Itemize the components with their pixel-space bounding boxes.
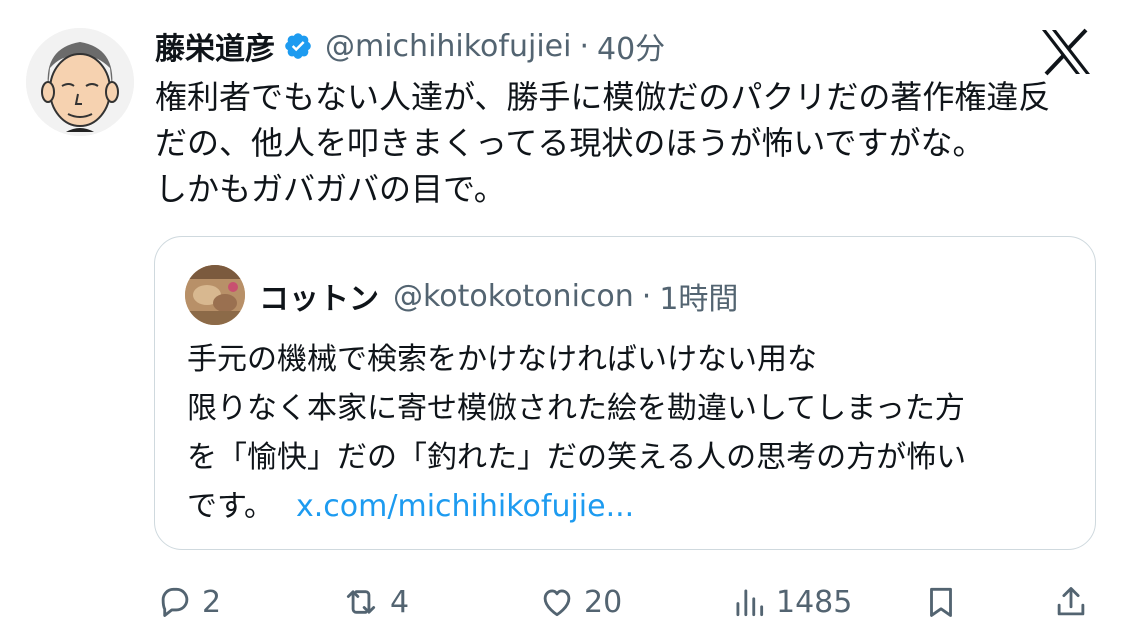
x-logo-icon: [1040, 28, 1092, 76]
bookmark-button[interactable]: [922, 580, 960, 624]
repost-button[interactable]: 4: [340, 580, 409, 624]
views-icon: [736, 589, 764, 617]
repost-icon: [346, 590, 376, 614]
like-button[interactable]: 20: [538, 580, 622, 624]
quoted-text-line: 手元の機械で検索をかけなければいけない用な: [187, 342, 817, 377]
quoted-author-avatar[interactable]: [185, 265, 245, 325]
repost-count: 4: [390, 584, 410, 620]
quoted-text-line: を「愉快」だの「釣れた」だの笑える人の思考の方が怖い: [187, 440, 967, 475]
quoted-text-line: 限りなく本家に寄せ模倣された絵を勘違いしてしまった方: [187, 391, 965, 426]
quoted-header-separator: ·: [641, 278, 652, 314]
quoted-tweet-card[interactable]: コットン @kotokotonicon · 1時間 手元の機械で検索をかけなけれ…: [154, 236, 1096, 550]
share-button[interactable]: [1052, 580, 1090, 624]
reply-button[interactable]: 2: [156, 580, 221, 624]
quoted-tweet-timestamp[interactable]: 1時間: [659, 274, 738, 318]
tweet-text: 権利者でもない人達が、勝手に模倣だのパクリだの著作権違反 だの、他人を叩きまくっ…: [155, 74, 1105, 212]
quoted-author-handle[interactable]: @kotokotonicon: [393, 279, 634, 314]
quoted-tweet-text: 手元の機械で検索をかけなければいけない用な 限りなく本家に寄せ模倣された絵を勘違…: [187, 335, 1087, 531]
reply-icon: [161, 587, 189, 617]
quoted-tweet-link[interactable]: x.com/michihikofujie...: [296, 489, 634, 524]
tweet-header: 藤栄道彦 @michihikofujiei · 40分: [155, 24, 665, 68]
bookmark-icon: [930, 587, 952, 617]
tweet-text-line: 権利者でもない人達が、勝手に模倣だのパクリだの著作権違反: [155, 78, 1051, 116]
tweet-timestamp[interactable]: 40分: [597, 24, 665, 68]
views-count: 1485: [776, 584, 853, 620]
author-avatar[interactable]: [26, 28, 134, 136]
verified-badge-icon: [283, 31, 313, 61]
action-bar: 2 4 20 1485: [0, 580, 1125, 624]
share-icon: [1057, 587, 1085, 616]
author-handle[interactable]: @michihikofujiei: [325, 29, 571, 64]
author-name[interactable]: 藤栄道彦: [155, 24, 275, 68]
header-separator: ·: [579, 28, 589, 64]
quoted-text-last-line: です。 x.com/michihikofujie...: [187, 482, 1087, 531]
heart-icon: [543, 589, 571, 617]
views-button[interactable]: 1485: [730, 580, 852, 624]
quoted-text-line: です。: [187, 489, 274, 524]
tweet-text-line: だの、他人を叩きまくってる現状のほうが怖いですがな。: [155, 124, 985, 162]
quoted-tweet-header: コットン @kotokotonicon · 1時間: [259, 271, 738, 321]
reply-count: 2: [202, 584, 222, 620]
tweet-text-line: しかもガバガバの目で。: [155, 170, 506, 208]
quoted-author-name[interactable]: コットン: [259, 274, 379, 318]
like-count: 20: [584, 584, 623, 620]
